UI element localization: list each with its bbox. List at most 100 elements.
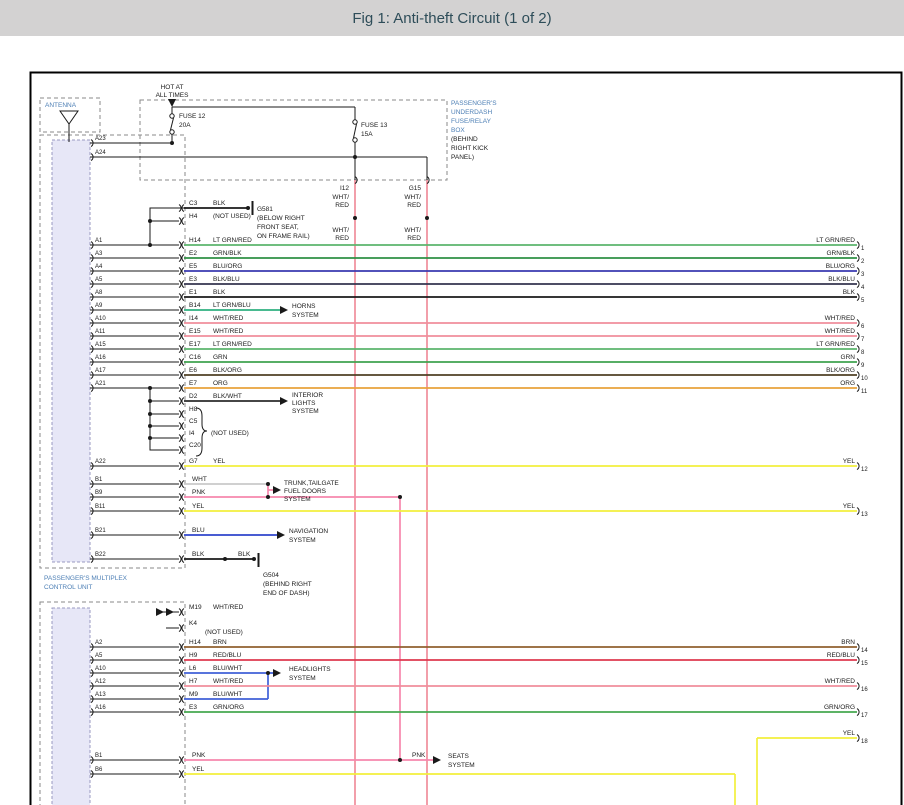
wire-color-label: GRN bbox=[213, 354, 228, 361]
headlights-system-2: SYSTEM bbox=[289, 675, 316, 682]
wire-color-label: BLK bbox=[213, 289, 226, 296]
i12-color-2b: RED bbox=[335, 235, 349, 242]
not-used-label: (NOT USED) bbox=[205, 629, 243, 636]
wire-color-label: WHT/RED bbox=[213, 678, 244, 685]
wire-color-label: WHT bbox=[192, 476, 207, 483]
conn-id: E17 bbox=[189, 341, 201, 348]
conn-id: I14 bbox=[189, 315, 198, 322]
terminal-color: BLK/ORG bbox=[826, 367, 855, 374]
multiplex-unit-name-2: CONTROL UNIT bbox=[44, 584, 93, 591]
pin-label: A16 bbox=[95, 705, 106, 711]
interior-lights-1: INTERIOR bbox=[292, 392, 323, 399]
fusebox-name-1: PASSENGER'S bbox=[451, 100, 497, 107]
pin-label: B22 bbox=[95, 552, 106, 558]
pin-label: A22 bbox=[95, 459, 106, 465]
terminal-number: 7 bbox=[861, 337, 865, 343]
conn-id: I4 bbox=[189, 430, 195, 437]
wire-color-label: LT GRN/RED bbox=[213, 341, 252, 348]
pin-label: A10 bbox=[95, 316, 106, 322]
terminal-color: RED/BLU bbox=[827, 652, 855, 659]
terminal-number: 12 bbox=[861, 467, 868, 473]
horns-system-1: HORNS bbox=[292, 303, 316, 310]
fuse12-symbol bbox=[170, 114, 174, 134]
terminal-number: 4 bbox=[861, 285, 865, 291]
g15-color-2a: WHT/ bbox=[404, 227, 421, 234]
terminal-color: YEL bbox=[843, 730, 856, 737]
terminal-number: 8 bbox=[861, 350, 865, 356]
fusebox-loc-1: (BEHIND bbox=[451, 136, 478, 143]
ground-symbols bbox=[253, 201, 259, 567]
wire-color-label: YEL bbox=[213, 458, 226, 465]
wire-color-label: BLU/WHT bbox=[213, 665, 242, 672]
g581-loc-1: (BELOW RIGHT bbox=[257, 215, 305, 222]
terminal-number: 10 bbox=[861, 376, 868, 382]
fusebox-name-3: FUSE/RELAY bbox=[451, 118, 492, 125]
g15-color-1a: WHT/ bbox=[404, 194, 421, 201]
page-title: Fig 1: Anti-theft Circuit (1 of 2) bbox=[352, 10, 551, 27]
wire-color-label: BLK/ORG bbox=[213, 367, 242, 374]
pin-label: A9 bbox=[95, 303, 103, 309]
navigation-system-2: SYSTEM bbox=[289, 537, 316, 544]
g504-loc-1: (BEHIND RIGHT bbox=[263, 581, 312, 588]
wire-color-label: BLK bbox=[192, 551, 205, 558]
wire-color-label: GRN/ORG bbox=[213, 704, 244, 711]
not-used-label: (NOT USED) bbox=[211, 430, 249, 437]
pin-label: A11 bbox=[95, 329, 106, 335]
conn-id: H14 bbox=[189, 237, 201, 244]
conn-id: M9 bbox=[189, 691, 198, 698]
pin-label: B1 bbox=[95, 477, 103, 483]
terminal-color: BLK/BLU bbox=[828, 276, 855, 283]
conn-id: H14 bbox=[189, 639, 201, 646]
pin-label: B11 bbox=[95, 504, 106, 510]
trunk-system-1: TRUNK,TAILGATE bbox=[284, 480, 339, 487]
headlights-system-1: HEADLIGHTS bbox=[289, 666, 331, 673]
terminal-number: 6 bbox=[861, 324, 865, 330]
g581-loc-3: ON FRAME RAIL) bbox=[257, 233, 310, 240]
wire-color-label: WHT/RED bbox=[213, 315, 244, 322]
pin-label: A3 bbox=[95, 251, 103, 257]
fuse12-amps: 20A bbox=[179, 122, 191, 129]
trunk-system-3: SYSTEM bbox=[284, 496, 311, 503]
pin-label: A10 bbox=[95, 666, 106, 672]
terminal-number: 5 bbox=[861, 298, 865, 304]
pin-label: A8 bbox=[95, 290, 103, 296]
fusebox-loc-3: PANEL) bbox=[451, 154, 474, 161]
pin-label: A1 bbox=[95, 238, 103, 244]
inline-connectors bbox=[179, 205, 184, 778]
conn-id: H4 bbox=[189, 213, 198, 220]
pin-label-a24: A24 bbox=[95, 150, 106, 156]
terminal-color: YEL bbox=[843, 458, 856, 465]
i12-color-2a: WHT/ bbox=[332, 227, 349, 234]
i12-pin-label: I12 bbox=[340, 185, 349, 192]
conn-id: H9 bbox=[189, 652, 198, 659]
conn-id: M19 bbox=[189, 604, 202, 611]
conn-id: B14 bbox=[189, 302, 201, 309]
pin-label: A15 bbox=[95, 342, 106, 348]
conn-id: H8 bbox=[189, 406, 198, 413]
multiplex-unit-body bbox=[52, 140, 90, 562]
terminal-number: 9 bbox=[861, 363, 865, 369]
fuse13-amps: 15A bbox=[361, 131, 373, 138]
conn-id: L6 bbox=[189, 665, 197, 672]
g581-name: G581 bbox=[257, 206, 273, 213]
conn-id: E5 bbox=[189, 263, 197, 270]
terminal-number: 15 bbox=[861, 661, 868, 667]
terminal-number: 16 bbox=[861, 687, 868, 693]
seats-system-1: SEATS bbox=[448, 753, 469, 760]
conn-id: E3 bbox=[189, 704, 197, 711]
terminal-number: 1 bbox=[861, 246, 865, 252]
conn-id: K4 bbox=[189, 620, 197, 627]
interior-lights-3: SYSTEM bbox=[292, 408, 319, 415]
unit1-internal-trunk-2 bbox=[150, 388, 179, 450]
pin-label: B1 bbox=[95, 753, 103, 759]
pin-label: A13 bbox=[95, 692, 106, 698]
diagram-border bbox=[31, 73, 902, 805]
seats-arrow bbox=[433, 756, 441, 764]
wire-color-label: PNK bbox=[192, 752, 206, 759]
terminal-number: 14 bbox=[861, 648, 868, 654]
pin-label-a23: A23 bbox=[95, 136, 106, 142]
conn-id: C5 bbox=[189, 418, 198, 425]
fuse-box-internals bbox=[168, 99, 357, 157]
antenna-symbol bbox=[60, 111, 78, 142]
wire-color-label: LT GRN/BLU bbox=[213, 302, 251, 309]
